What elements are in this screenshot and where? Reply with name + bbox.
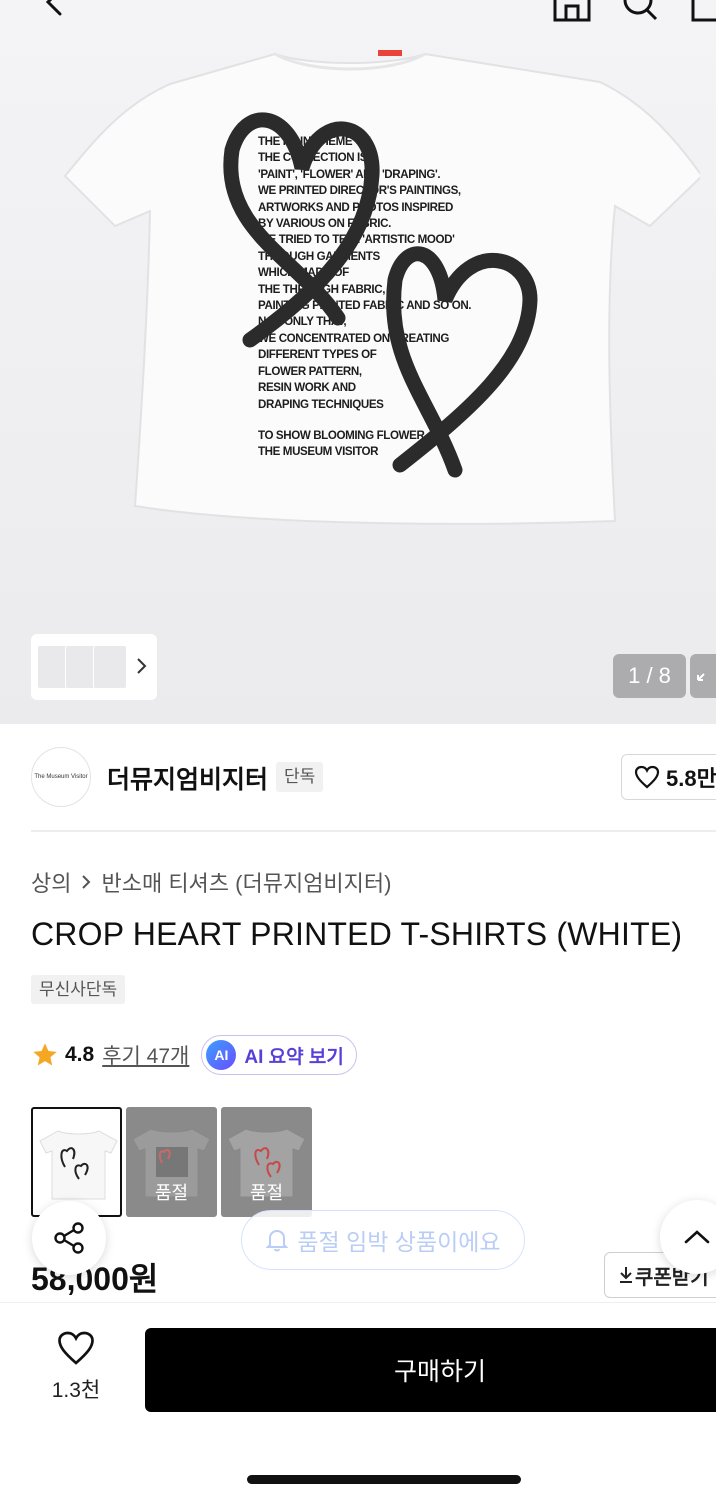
gallery-thumbnail-strip[interactable] (31, 634, 157, 700)
breadcrumb: 상의 반소매 티셔츠 (더뮤지엄비지터) (31, 866, 391, 898)
color-option-selected[interactable] (31, 1107, 122, 1217)
download-icon (620, 1267, 632, 1283)
product-image-gallery[interactable]: THE MAIN THEME OF THE COLLECTION IS 'PAI… (0, 0, 716, 724)
divider (31, 830, 716, 832)
breadcrumb-subcategory[interactable]: 반소매 티셔츠 (더뮤지엄비지터) (101, 866, 391, 898)
low-stock-notice: 품절 임박 상품이에요 (241, 1210, 525, 1270)
heart-outline-icon (58, 1331, 94, 1365)
product-title: CROP HEART PRINTED T-SHIRTS (WHITE) (31, 916, 683, 952)
brand-logo-text: The Museum Visitor (34, 774, 88, 780)
exclusive-badge: 무신사단독 (31, 975, 126, 1004)
star-icon (33, 1043, 57, 1066)
expand-icon (697, 673, 705, 681)
brand-like-button[interactable]: 5.8만 (621, 754, 716, 800)
color-option-soldout[interactable]: 품절 (221, 1107, 312, 1217)
low-stock-text: 품절 임박 상품이에요 (297, 1229, 501, 1255)
home-icon[interactable] (552, 0, 592, 26)
brand-name[interactable]: 더뮤지엄비지터 (107, 760, 268, 796)
buy-button[interactable]: 구매하기 (145, 1328, 716, 1412)
brand-exclusive-badge: 단독 (276, 762, 324, 792)
share-button[interactable] (32, 1201, 106, 1275)
soldout-label: 품절 (154, 1183, 189, 1203)
home-indicator (247, 1475, 521, 1484)
brand-like-count: 5.8만 (666, 766, 716, 791)
back-arrow-icon[interactable] (34, 0, 74, 26)
ai-summary-button[interactable]: AI AI 요약 보기 (201, 1035, 357, 1075)
heart-outline-icon (634, 765, 660, 789)
wishlist-count: 1.3천 (51, 1379, 101, 1402)
chevron-up-icon (684, 1230, 710, 1244)
image-counter: 1 / 8 (613, 654, 686, 698)
tshirt-print-text-2: TO SHOW BLOOMING FLOWER THE MUSEUM VISIT… (258, 429, 425, 459)
bell-icon (265, 1229, 289, 1252)
share-icon (54, 1222, 84, 1254)
rating-score: 4.8 (65, 1043, 95, 1066)
review-link[interactable]: 후기 47개 (102, 1040, 189, 1070)
search-icon[interactable] (620, 0, 660, 26)
expand-button[interactable] (690, 654, 716, 698)
cart-icon[interactable] (690, 0, 716, 26)
tshirt-thumbnail (39, 1130, 118, 1200)
ai-summary-label: AI 요약 보기 (244, 1046, 344, 1068)
breadcrumb-category[interactable]: 상의 (31, 866, 71, 898)
color-option-soldout[interactable]: 품절 (126, 1107, 217, 1217)
soldout-label: 품절 (249, 1183, 284, 1203)
wishlist-button[interactable]: 1.3천 (36, 1330, 116, 1410)
ai-icon: AI (206, 1040, 237, 1070)
chevron-right-icon (137, 658, 147, 674)
brand-logo[interactable]: The Museum Visitor (31, 747, 91, 807)
gallery-thumbnail[interactable] (93, 645, 127, 689)
chevron-right-icon (82, 875, 91, 889)
rating-row: 4.8 후기 47개 AI AI 요약 보기 (31, 1035, 357, 1075)
tshirt-print-text: THE MAIN THEME OF THE COLLECTION IS 'PAI… (258, 135, 472, 411)
